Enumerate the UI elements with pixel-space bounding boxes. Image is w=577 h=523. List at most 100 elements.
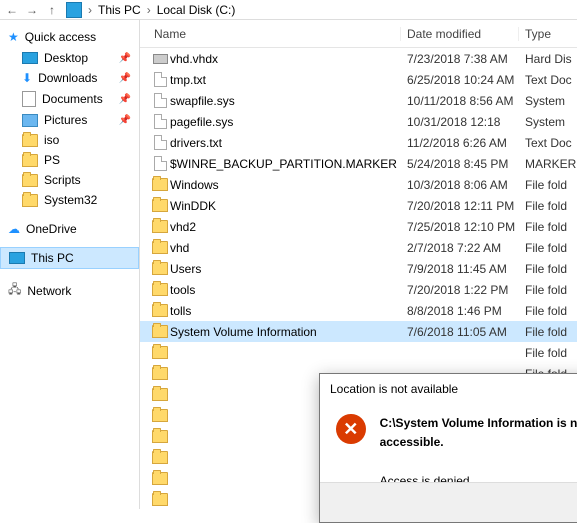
folder-icon [152,451,168,464]
file-name: swapfile.sys [170,94,401,108]
breadcrumb-sep-icon[interactable]: › [145,3,153,17]
file-row[interactable]: swapfile.sys10/11/2018 8:56 AMSystem [140,90,577,111]
file-name: Users [170,262,401,276]
file-row[interactable]: tolls8/8/2018 1:46 PMFile fold [140,300,577,321]
folder-icon [22,174,38,187]
file-date: 7/9/2018 11:45 AM [401,262,519,276]
sidebar-label: Quick access [25,30,96,44]
folder-icon [152,472,168,485]
file-type: File fold [519,262,577,276]
column-headers: Name Date modified Type [140,20,577,48]
sidebar-item-label: Downloads [38,71,97,85]
file-name: tolls [170,304,401,318]
sidebar-network[interactable]: 🖧 Network [0,276,139,305]
sidebar-this-pc[interactable]: This PC [0,247,139,269]
file-date: 7/20/2018 12:11 PM [401,199,519,213]
folder-icon [152,409,168,422]
file-date: 10/3/2018 8:06 AM [401,178,519,192]
file-row[interactable]: System Volume Information7/6/2018 11:05 … [140,321,577,342]
file-date: 11/2/2018 6:26 AM [401,136,519,150]
file-row[interactable]: Users7/9/2018 11:45 AMFile fold [140,258,577,279]
sidebar-item[interactable]: Desktop📌 [0,48,139,68]
breadcrumb-local-disk[interactable]: Local Disk (C:) [157,3,236,17]
file-type: File fold [519,346,577,360]
file-row[interactable]: File fold [140,342,577,363]
file-row[interactable]: WinDDK7/20/2018 12:11 PMFile fold [140,195,577,216]
file-name: tools [170,283,401,297]
file-date: 7/23/2018 7:38 AM [401,52,519,66]
star-icon: ★ [8,30,19,44]
sidebar-quick-access[interactable]: ★ Quick access [0,26,139,48]
file-date: 7/25/2018 12:10 PM [401,220,519,234]
file-type: File fold [519,199,577,213]
sidebar-item-label: Scripts [44,173,81,187]
file-date: 10/31/2018 12:18 [401,115,519,129]
nav-forward-icon[interactable]: → [24,2,40,18]
file-row[interactable]: $WINRE_BACKUP_PARTITION.MARKER5/24/2018 … [140,153,577,174]
file-row[interactable]: vhd.vhdx7/23/2018 7:38 AMHard Dis [140,48,577,69]
file-name: drivers.txt [170,136,401,150]
picture-icon [22,114,38,127]
network-icon: 🖧 [8,280,21,301]
file-date: 5/24/2018 8:45 PM [401,157,519,171]
sidebar-item[interactable]: Documents📌 [0,88,139,110]
sidebar-label: This PC [31,251,74,265]
file-name: WinDDK [170,199,401,213]
file-row[interactable]: pagefile.sys10/31/2018 12:18System [140,111,577,132]
file-type: File fold [519,304,577,318]
folder-icon [152,199,168,212]
error-dialog: Location is not available ✕ C:\System Vo… [319,373,577,523]
folder-icon [152,241,168,254]
nav-back-icon[interactable]: ← [4,2,20,18]
folder-icon [152,178,168,191]
pin-icon: 📌 [119,53,131,64]
file-date: 2/7/2018 7:22 AM [401,241,519,255]
sidebar-onedrive[interactable]: ☁ OneDrive [0,218,139,240]
this-pc-icon [9,252,25,264]
folder-icon [152,262,168,275]
sidebar-item[interactable]: ⬇Downloads📌 [0,68,139,88]
navigation-pane: ★ Quick access Desktop📌⬇Downloads📌Docume… [0,20,140,509]
cloud-icon: ☁ [8,222,20,236]
sidebar-item[interactable]: System32 [0,190,139,210]
file-name: System Volume Information [170,325,401,339]
file-type: MARKER [519,157,577,171]
file-row[interactable]: Windows10/3/2018 8:06 AMFile fold [140,174,577,195]
file-row[interactable]: vhd27/25/2018 12:10 PMFile fold [140,216,577,237]
file-name: $WINRE_BACKUP_PARTITION.MARKER [170,157,401,171]
sidebar-item-label: Pictures [44,113,87,127]
file-row[interactable]: tools7/20/2018 1:22 PMFile fold [140,279,577,300]
breadcrumb-sep-icon[interactable]: › [86,3,94,17]
file-date: 7/6/2018 11:05 AM [401,325,519,339]
column-name[interactable]: Name [140,27,401,41]
file-date: 8/8/2018 1:46 PM [401,304,519,318]
sidebar-item[interactable]: iso [0,130,139,150]
breadcrumb-this-pc[interactable]: This PC [98,3,141,17]
folder-icon [152,220,168,233]
file-row[interactable]: drivers.txt11/2/2018 6:26 AMText Doc [140,132,577,153]
file-icon [154,72,167,87]
folder-icon [152,493,168,506]
file-type: File fold [519,178,577,192]
file-icon [154,156,167,171]
folder-icon [152,388,168,401]
file-type: Text Doc [519,73,577,87]
file-date: 6/25/2018 10:24 AM [401,73,519,87]
file-type: File fold [519,241,577,255]
nav-up-icon[interactable]: ↑ [44,2,60,18]
file-icon [154,93,167,108]
sidebar-item[interactable]: Scripts [0,170,139,190]
file-row[interactable]: tmp.txt6/25/2018 10:24 AMText Doc [140,69,577,90]
folder-icon [22,134,38,147]
file-name: tmp.txt [170,73,401,87]
sidebar-item[interactable]: PS [0,150,139,170]
file-icon [154,135,167,150]
file-row[interactable]: vhd2/7/2018 7:22 AMFile fold [140,237,577,258]
sidebar-item[interactable]: Pictures📌 [0,110,139,130]
file-name: pagefile.sys [170,115,401,129]
breadcrumb[interactable]: › This PC › Local Disk (C:) [66,2,235,18]
file-name: vhd2 [170,220,401,234]
file-type: Hard Dis [519,52,577,66]
column-type[interactable]: Type [519,27,577,41]
column-date[interactable]: Date modified [401,27,519,41]
